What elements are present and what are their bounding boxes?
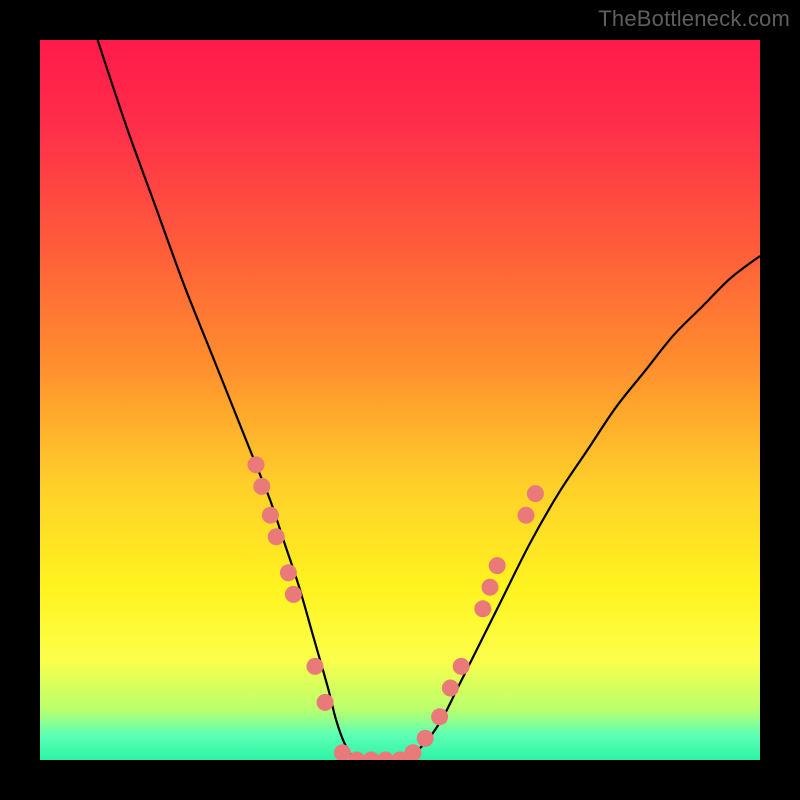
highlight-dot xyxy=(527,485,544,502)
highlight-dot xyxy=(253,478,270,495)
highlight-dot xyxy=(417,730,434,747)
highlight-dot xyxy=(518,507,535,524)
watermark-label: TheBottleneck.com xyxy=(598,6,790,32)
highlight-dot xyxy=(482,579,499,596)
highlight-dot xyxy=(262,507,279,524)
highlight-dot xyxy=(453,658,470,675)
plot-area xyxy=(40,40,760,760)
highlight-dot xyxy=(442,680,459,697)
highlight-dot xyxy=(474,600,491,617)
highlight-dot xyxy=(431,708,448,725)
highlight-dot xyxy=(280,564,297,581)
highlight-dot xyxy=(307,658,324,675)
highlight-dot xyxy=(317,694,334,711)
gradient-background xyxy=(40,40,760,760)
highlight-dot xyxy=(268,528,285,545)
highlight-dot xyxy=(489,557,506,574)
outer-frame: TheBottleneck.com xyxy=(0,0,800,800)
highlight-dot xyxy=(285,586,302,603)
chart-svg xyxy=(40,40,760,760)
highlight-dot xyxy=(248,456,265,473)
